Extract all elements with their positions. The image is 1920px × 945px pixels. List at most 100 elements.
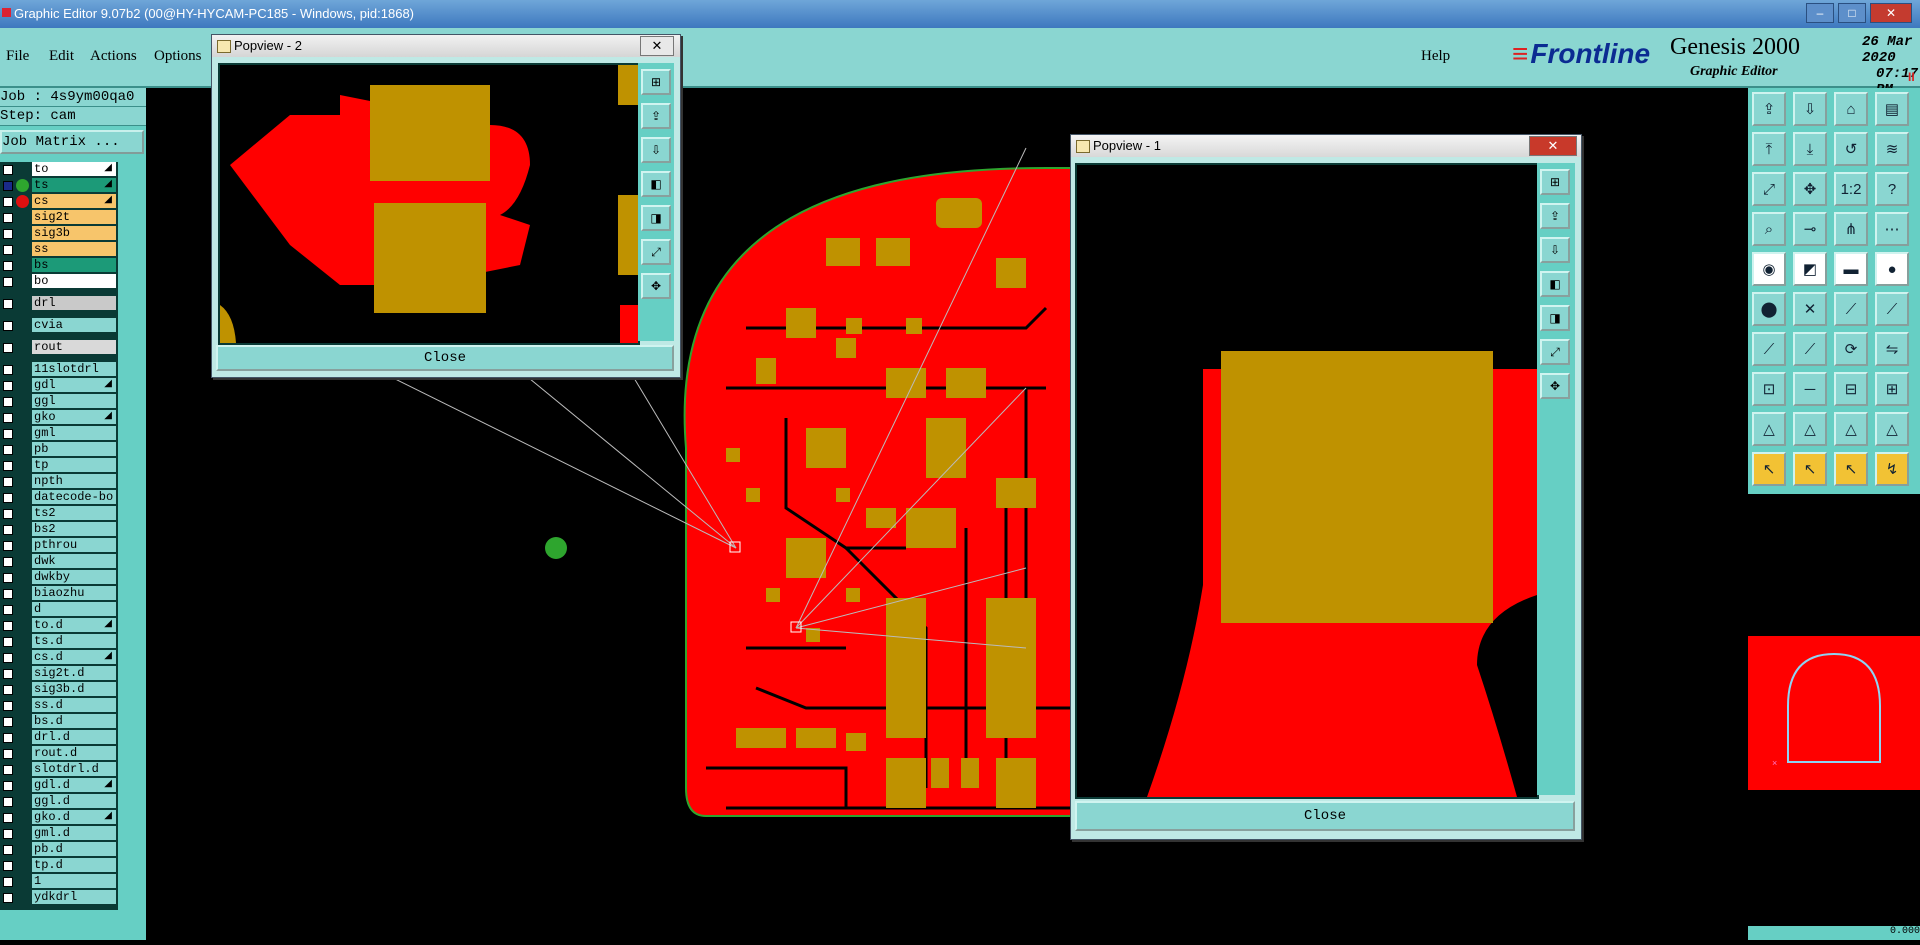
layer-checkbox[interactable] [3, 813, 13, 823]
layer-checkbox[interactable] [3, 637, 13, 647]
ratio-icon[interactable]: 1:2 [1834, 172, 1868, 206]
layer-checkbox[interactable] [3, 397, 13, 407]
layer-checkbox[interactable] [3, 685, 13, 695]
layer-row[interactable]: sig3b [0, 226, 118, 241]
layer-row[interactable]: gdl ◢ [0, 378, 118, 393]
layer-name[interactable]: sig3b [32, 226, 116, 240]
layer-checkbox[interactable] [3, 413, 13, 423]
job-matrix-button[interactable]: Job Matrix ... [0, 130, 144, 154]
popview-import-icon[interactable]: ⇩ [641, 137, 671, 163]
layer-checkbox[interactable] [3, 877, 13, 887]
layer-row[interactable]: sig2t.d [0, 666, 118, 681]
circle-icon[interactable]: ● [1875, 252, 1909, 286]
popview-export-icon[interactable]: ⇪ [641, 103, 671, 129]
layer-row[interactable]: 11slotdrl [0, 362, 118, 377]
menu-actions[interactable]: Actions [90, 48, 137, 65]
zoom-out-icon[interactable]: ⤓ [1793, 132, 1827, 166]
layer-name[interactable]: pb [32, 442, 116, 456]
move-icon[interactable]: ✕ [1793, 292, 1827, 326]
layer-checkbox[interactable] [3, 861, 13, 871]
layer-row[interactable]: 1 [0, 874, 118, 889]
popview-forward-icon[interactable]: ◨ [1540, 305, 1570, 331]
layer-name[interactable]: drl.d [32, 730, 116, 744]
popview-zoom-icon[interactable]: ⊞ [641, 69, 671, 95]
popview-fit-icon[interactable]: ⤢ [1540, 339, 1570, 365]
layer-name[interactable]: sig2t [32, 210, 116, 224]
layer-checkbox[interactable] [3, 621, 13, 631]
rotate-icon[interactable]: ⟳ [1834, 332, 1868, 366]
layer-checkbox[interactable] [3, 261, 13, 271]
layer-name[interactable]: rout.d [32, 746, 116, 760]
layer-checkbox[interactable] [3, 605, 13, 615]
layer-row[interactable]: datecode-bo [0, 490, 118, 505]
layer-name[interactable]: gml [32, 426, 116, 440]
layer-name[interactable]: rout [32, 340, 116, 354]
connect-icon[interactable]: ⟋ [1834, 292, 1868, 326]
layer-row[interactable]: dwk [0, 554, 118, 569]
layer-row[interactable]: to.d ◢ [0, 618, 118, 633]
pan-icon[interactable]: ✥ [1793, 172, 1827, 206]
popview-1-close-button[interactable]: Close [1075, 801, 1575, 831]
layer-name[interactable]: pthrou [32, 538, 116, 552]
layer-checkbox[interactable] [3, 541, 13, 551]
layer-name[interactable]: bo [32, 274, 116, 288]
layer-name[interactable]: ydkdrl [32, 890, 116, 904]
layer-name[interactable]: tp.d [32, 858, 116, 872]
mirror-icon[interactable]: ⇋ [1875, 332, 1909, 366]
layer-row[interactable]: biaozhu [0, 586, 118, 601]
popview-2-canvas[interactable] [218, 63, 640, 345]
layer-name[interactable]: dwkby [32, 570, 116, 584]
layer-checkbox[interactable] [3, 733, 13, 743]
layer-checkbox[interactable] [3, 669, 13, 679]
layer-row[interactable]: npth [0, 474, 118, 489]
select-net-icon[interactable]: ↯ [1875, 452, 1909, 486]
layer-checkbox[interactable] [3, 701, 13, 711]
panel-icon[interactable]: ▤ [1875, 92, 1909, 126]
layer-checkbox[interactable] [3, 461, 13, 471]
layer-checkbox[interactable] [3, 845, 13, 855]
layer-row[interactable]: rout [0, 340, 118, 355]
select-area-icon[interactable]: ↖ [1834, 452, 1868, 486]
layer-name[interactable]: sig2t.d [32, 666, 116, 680]
layer-checkbox[interactable] [3, 245, 13, 255]
select-icon[interactable]: ↖ [1752, 452, 1786, 486]
text-icon[interactable]: ▬ [1834, 252, 1868, 286]
layer-checkbox[interactable] [3, 573, 13, 583]
layer-row[interactable]: sig2t [0, 210, 118, 225]
layer-row[interactable]: ts ◢ [0, 178, 118, 193]
overview-panel[interactable]: × [1748, 494, 1920, 940]
close-window-button[interactable]: ✕ [1870, 3, 1912, 23]
layer-checkbox[interactable] [3, 343, 13, 353]
node-icon[interactable]: ⬤ [1752, 292, 1786, 326]
popview-back-icon[interactable]: ◧ [641, 171, 671, 197]
layer-row[interactable]: gko ◢ [0, 410, 118, 425]
layer-name[interactable]: biaozhu [32, 586, 116, 600]
layer-name[interactable]: cvia [32, 318, 116, 332]
layer-name[interactable]: d [32, 602, 116, 616]
layer-row[interactable]: rout.d [0, 746, 118, 761]
layer-row[interactable]: bo [0, 274, 118, 289]
layer-row[interactable]: pb.d [0, 842, 118, 857]
layer-checkbox[interactable] [3, 557, 13, 567]
layer-row[interactable]: ts.d [0, 634, 118, 649]
layer-checkbox[interactable] [3, 509, 13, 519]
layer-row[interactable]: slotdrl.d [0, 762, 118, 777]
clip-icon[interactable]: △ [1875, 412, 1909, 446]
fill-icon[interactable]: △ [1834, 412, 1868, 446]
layer-row[interactable]: to ◢ [0, 162, 118, 177]
layer-checkbox[interactable] [3, 445, 13, 455]
layer-row[interactable]: gml [0, 426, 118, 441]
pad-icon[interactable]: ◉ [1752, 252, 1786, 286]
net-icon[interactable]: ⋔ [1834, 212, 1868, 246]
layer-checkbox[interactable] [3, 277, 13, 287]
layer-checkbox[interactable] [3, 165, 13, 175]
layer-name[interactable]: ss [32, 242, 116, 256]
layer-checkbox[interactable] [3, 229, 13, 239]
layer-row[interactable]: pb [0, 442, 118, 457]
layer-row[interactable]: ggl.d [0, 794, 118, 809]
menu-options[interactable]: Options [154, 48, 202, 65]
layer-name[interactable]: drl [32, 296, 116, 310]
popview-back-icon[interactable]: ◧ [1540, 271, 1570, 297]
layer-name[interactable]: sig3b.d [32, 682, 116, 696]
layer-name[interactable]: ggl [32, 394, 116, 408]
